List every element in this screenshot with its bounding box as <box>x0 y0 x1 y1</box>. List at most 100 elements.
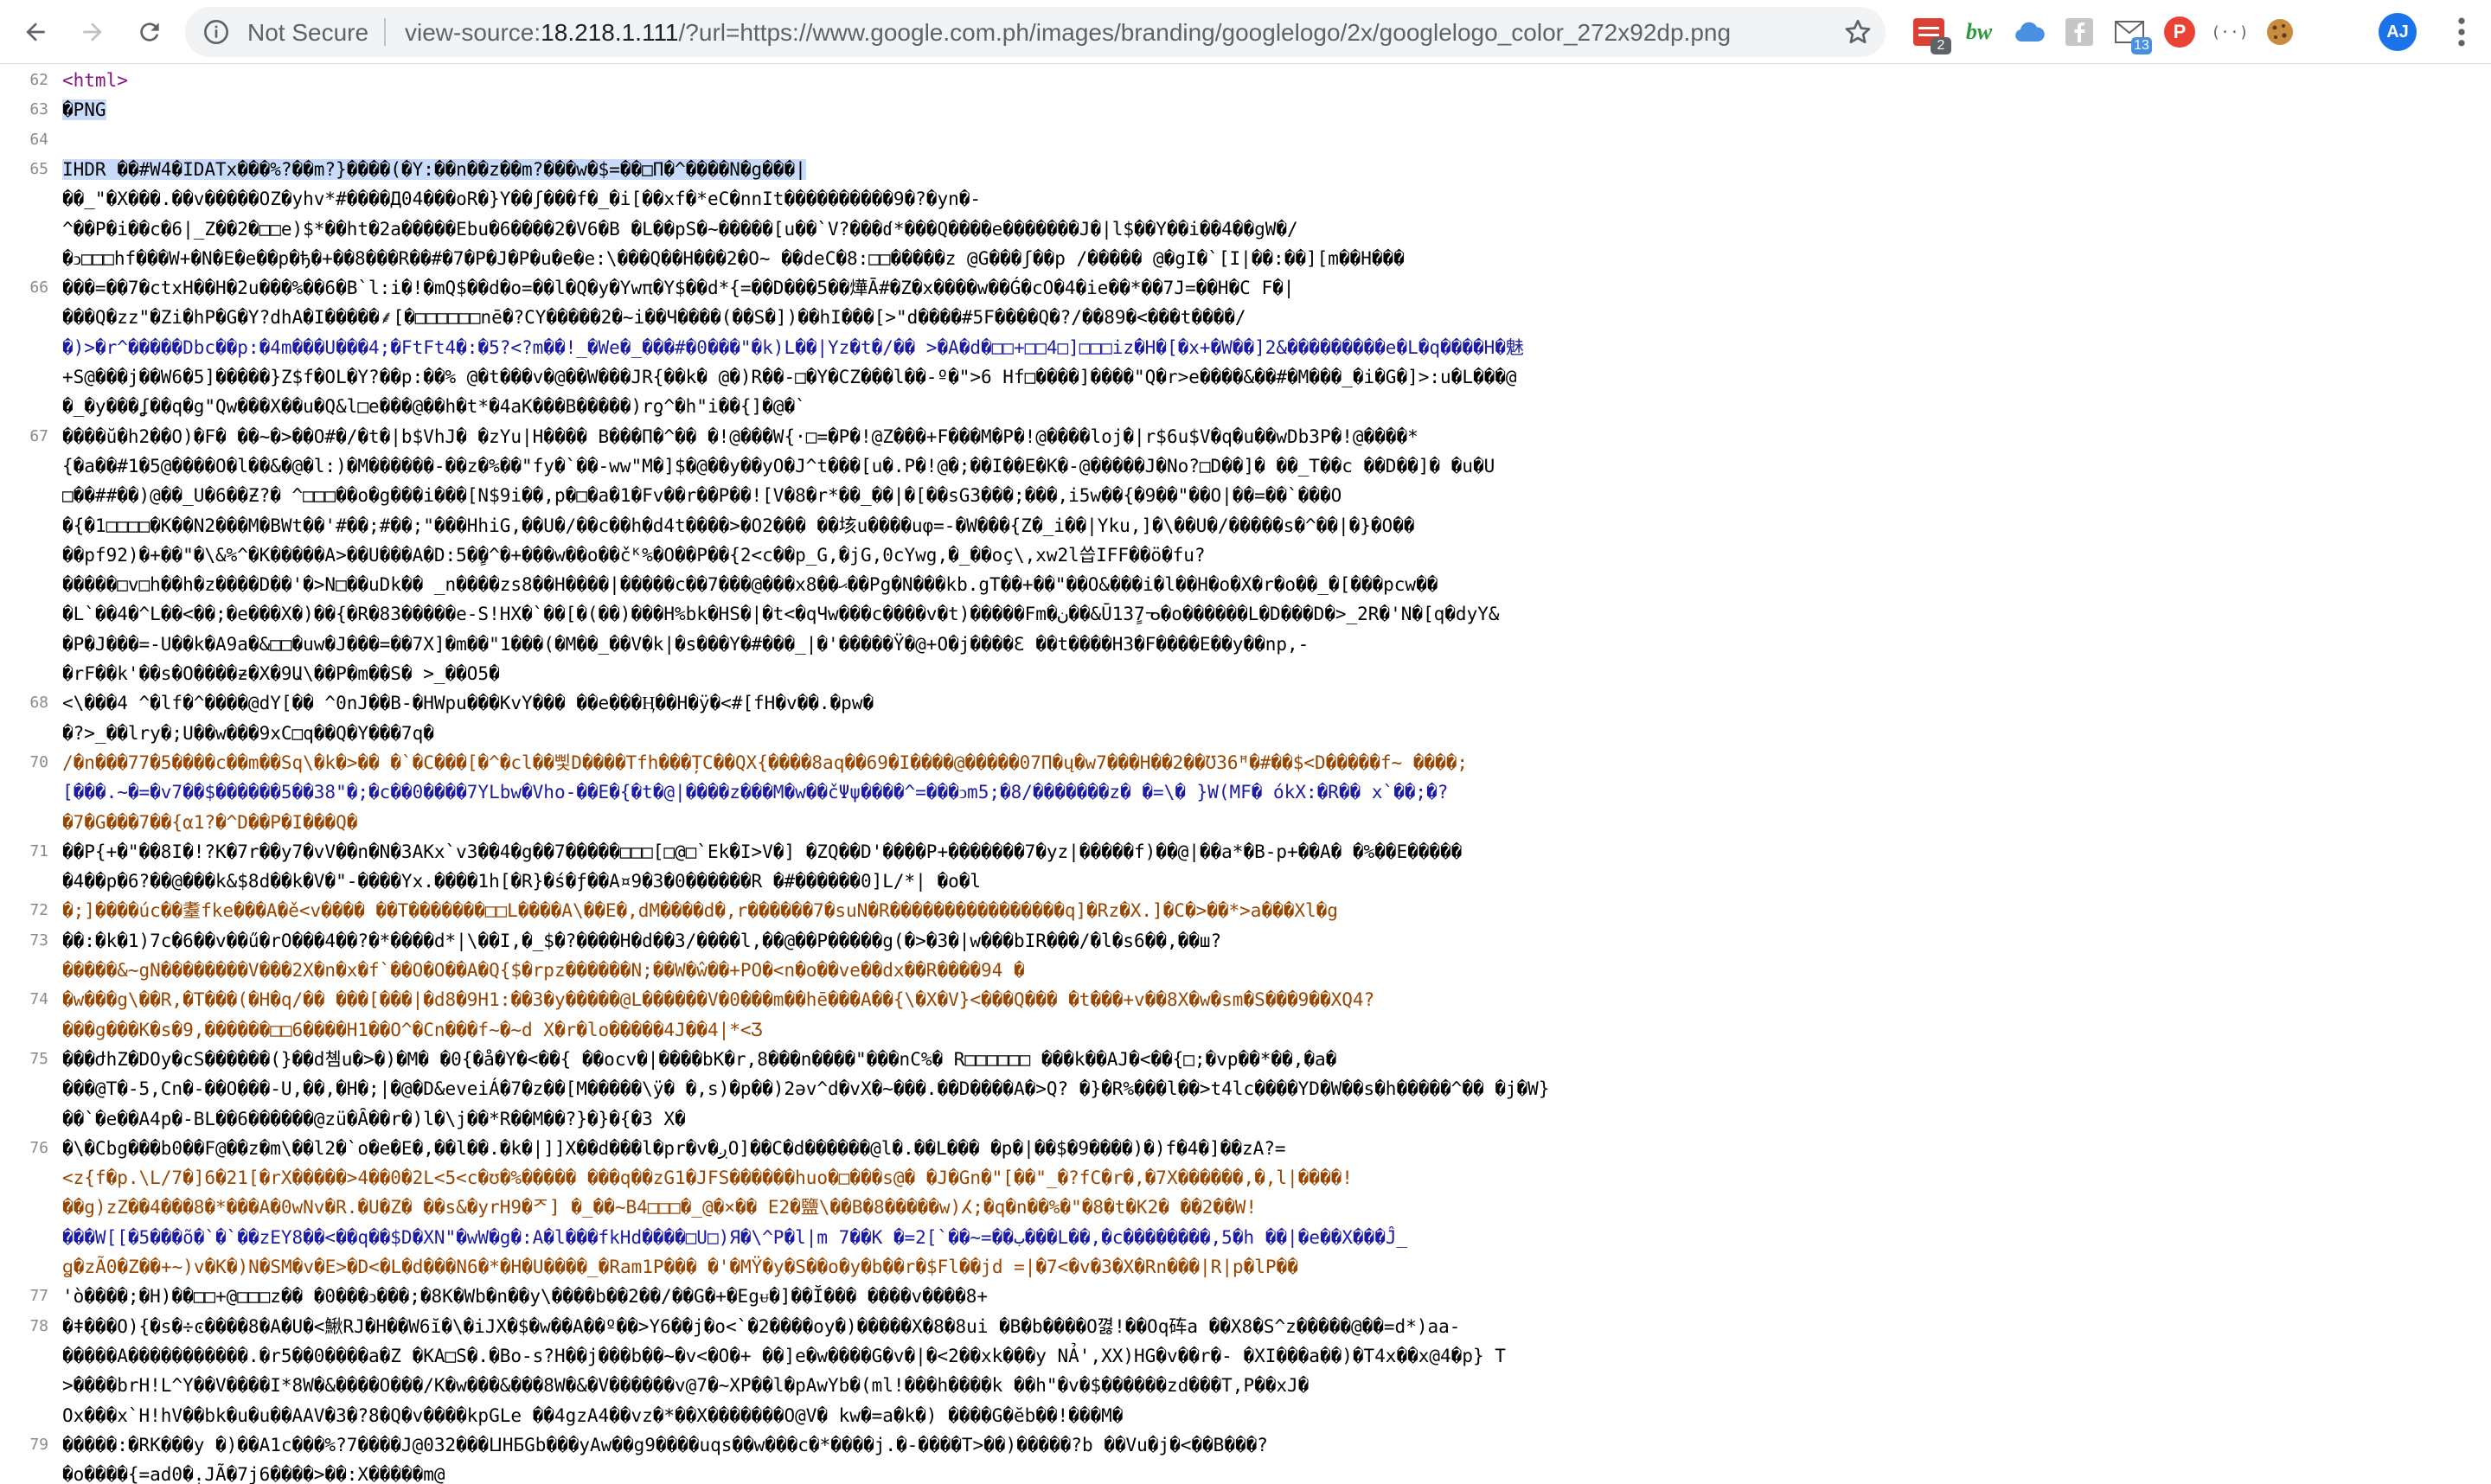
back-button[interactable] <box>16 12 55 52</box>
source-line[interactable]: IHDR ��#W4�IDATx���%?��m?}����(�Y:��n��z… <box>62 155 2475 184</box>
source-line[interactable]: �7�G���7��{α1?�^D��P�I���Q� <box>62 808 2475 837</box>
source-line[interactable]: �����□v□h��h�z����D��'�>N□��uDk�� _n����… <box>62 570 2475 599</box>
source-line[interactable]: �)>�r^�����Dbc��p:�4m���U���4;�FtFt4�:�5… <box>62 333 2475 362</box>
bw-extension[interactable]: bw <box>1962 15 1996 49</box>
source-line-text: ^��P�i��c�6|_Z��2�□□e)$*��ht�2a�����Ebu�… <box>62 218 1298 240</box>
info-icon[interactable] <box>202 18 230 46</box>
source-line[interactable]: �4��p�6?��@���k&$8d��k�V�"-����Yx.����1h… <box>62 867 2475 896</box>
source-line[interactable]: ���@T�-5,Cn�-��O���-U,��,�H�;|�@�D&eveiÁ… <box>62 1074 2475 1103</box>
source-line[interactable]: ��_"�X���.��v�����OZ�yhv*#����Д04���oR�}… <box>62 184 2475 214</box>
source-line[interactable]: ���W[[�5���õ�`�`��zEY8��<��q��$D�XN"�wW�… <box>62 1223 2475 1252</box>
reload-button[interactable] <box>130 12 170 52</box>
source-line[interactable]: �ↄ□□□hf���W+�N�E�e��p�ђ�+��8���R��#�7�P�… <box>62 244 2475 273</box>
mail-extension[interactable]: 13 <box>2112 15 2152 54</box>
line-number: 77 <box>29 1287 48 1306</box>
source-line[interactable]: �P�J���=-U��k�A9a�&□□�uw�J���=��7X]�m��"… <box>62 630 2475 659</box>
dots-extension[interactable]: (··) <box>2211 15 2249 49</box>
source-line[interactable]: �w���g\��R,�T���(�H�q/�� ���[���|�d8�9H1… <box>62 985 2475 1014</box>
url-path: /?url=https://www.google.com.ph/images/b… <box>678 19 1732 46</box>
source-line-text: �ↄ□□□hf���W+�N�E�e��p�ђ�+��8���R��#�7�P�… <box>62 247 1405 269</box>
source-line[interactable]: �����&~gN��������V���2X�n�x�f`��O�O��A�Q… <box>62 956 2475 985</box>
source-line-text: �L`��4�^L��<��;�e���X�)��{�R�83�����e-S!… <box>62 604 1500 625</box>
source-line-text: �o����{=ad0�̩.JÃ�7j6����>��:X�����m@ <box>62 1464 445 1484</box>
source-line-text: �P�J���=-U��k�A9a�&□□�uw�J���=��7X]�m��"… <box>62 633 1310 655</box>
url-text[interactable]: view-source:18.218.1.111/?url=https://ww… <box>405 19 1731 47</box>
source-line[interactable]: ��g)zZ��4���8�*���A�0wNv�R.�U�Z� ��s&�yr… <box>62 1193 2475 1222</box>
source-line[interactable]: ���=��7�ctxH��H�2u���%��6�B`l:i�!�mQ$��d… <box>62 273 2475 303</box>
line-number: 73 <box>29 931 48 950</box>
source-line-text: /�n���77�5����c��m��Sq\�k�>�� �`�C���[�^… <box>62 752 1468 773</box>
bookmark-star-icon[interactable] <box>1842 16 1873 48</box>
source-line[interactable]: �;]����úc��耋fke���A�ě<v���� ��T�������□□… <box>62 896 2475 925</box>
facebook-icon <box>2065 18 2093 46</box>
source-line[interactable]: �\�Cbg���b0��F@��z�m\��l2�`o�e�E�,��l��.… <box>62 1134 2475 1163</box>
not-secure-label[interactable]: Not Secure <box>247 19 368 47</box>
source-line-text: ꬶ�zÃ0�Z��+~)v�K�)N�SM�v�E>�D<�L�d���N6�*… <box>62 1257 1298 1277</box>
forward-button[interactable] <box>73 12 112 52</box>
line-number: 79 <box>29 1435 48 1454</box>
source-line-text: �;]����úc��耋fke���A�ě<v���� ��T�������□□… <box>62 900 1338 922</box>
source-line[interactable]: �_�y���ʆ��q�g"Qw���X��u�Q&l□e���@��h�t*�… <box>62 392 2475 421</box>
source-line[interactable]: �PNG <box>62 95 2475 125</box>
source-line[interactable]: <html> <box>62 66 2475 95</box>
source-line[interactable]: ��:�k�1)7c�6��v��ű�rO���4��?�*����d*|\��… <box>62 926 2475 956</box>
source-line-text: ����ŭ�h2��O)�F� ��~�>��O#�/�t�|b$VhJ� �z… <box>62 425 1418 447</box>
source-line[interactable]: +S@���j��W6�5]�����}Z$f�OL�Y?��p:��% @�t… <box>62 362 2475 392</box>
source-line[interactable]: �����:�RK���y �)��A1c���%?7����J@032���ⵡ… <box>62 1430 2475 1460</box>
source-line[interactable]: [���.~�=�v7��$������5��38"�;�c��0����7YL… <box>62 777 2475 807</box>
facebook-extension[interactable] <box>2062 15 2097 49</box>
source-line-text: [���.~�=�v7��$������5��38"�;�c��0����7YL… <box>62 782 1449 803</box>
source-line-text: �_�y���ʆ��q�g"Qw���X��u�Q&l□e���@��h�t*�… <box>62 396 806 418</box>
source-line[interactable]: ���Q�zz"�Zi�hP�G�Y?dhA�I�����⸙[�□□□□□□nē… <box>62 303 2475 332</box>
source-line[interactable]: �L`��4�^L��<��;�e���X�)��{�R�83�����e-S!… <box>62 599 2475 629</box>
source-line[interactable]: □��##��)@��_U�6��Ƶ?� ^□□□��o�g���i���[N$… <box>62 481 2475 510</box>
source-line-text: ���W[[�5���õ�`�`��zEY8��<��q��$D�XN"�wW�… <box>62 1226 1408 1248</box>
source-line[interactable]: 'ò����;�H)��□□+@□□□z�� �0���ↄ���;�8K�Wb�… <box>62 1282 2475 1311</box>
bw-icon: bw <box>1965 19 1993 44</box>
source-line[interactable]: Ox���x`H!hV��bk�u�u��AAV�3�?8�Q�v����kpG… <box>62 1401 2475 1430</box>
source-line[interactable]: �?>_��lry�;U��w���9xC□q��Q�Y���7q� <box>62 719 2475 748</box>
kebab-menu-icon[interactable] <box>2443 13 2481 51</box>
source-line-text: �����□v□h��h�z����D��'�>N□��uDk�� _n����… <box>62 574 1438 596</box>
source-line-text: >����brH!L^Y��V����I*8W�&����O���/K�w���… <box>62 1375 1310 1397</box>
source-line-text: �\�Cbg���b0��F@��z�m\��l2�`o�e�E�,��l��.… <box>62 1137 1286 1159</box>
source-line-text: �����A�����������.�r5��0����a�Z �KA□S�.�… <box>62 1345 1506 1366</box>
line-number: 64 <box>29 130 48 149</box>
source-line[interactable]: ����ŭ�h2��O)�F� ��~�>��O#�/�t�|b$VhJ� �z… <box>62 422 2475 451</box>
url-scheme: view-source: <box>405 19 541 46</box>
source-line[interactable]: �o����{=ad0�̩.JÃ�7j6����>��:X�����m@ <box>62 1460 2475 1484</box>
source-line[interactable]: ꬶ�zÃ0�Z��+~)v�K�)N�SM�v�E>�D<�L�d���N6�*… <box>62 1252 2475 1282</box>
source-line[interactable]: �rF��k'��s�O����ƶ�X�9Ա\��P�m��S� >_��O5� <box>62 659 2475 688</box>
source-line[interactable]: �����A�����������.�r5��0����a�Z �KA□S�.�… <box>62 1341 2475 1371</box>
address-bar[interactable]: Not Secure view-source:18.218.1.111/?url… <box>185 7 1886 57</box>
source-line-text: ���Q�zz"�Zi�hP�G�Y?dhA�I�����⸙[�□□□□□□nē… <box>62 307 1246 329</box>
source-line[interactable]: {�a��#1�5@����O�l��&�@�l:)�M������-��z�%… <box>62 451 2475 481</box>
source-line[interactable]: ^��P�i��c�6|_Z��2�□□e)$*��ht�2a�����Ebu�… <box>62 214 2475 244</box>
source-line-text: +S@���j��W6�5]�����}Z$f�OL�Y?��p:��% @�t… <box>62 367 1517 387</box>
source-line-text: ��`�e��A4p�-BL��6������@zü�Ȃ��r�)l�\j��*… <box>62 1108 686 1129</box>
line-number: 63 <box>29 100 48 119</box>
source-view: 62 <html> 63 �PNG 64 65 IHDR ��#W4�IDATx���%?�… <box>0 64 2491 1484</box>
dots-icon: (··) <box>2211 22 2249 42</box>
source-line[interactable]: ���ժhZ�DOy�cS������(}��d쳼u�>�)�M� �0{�å�… <box>62 1045 2475 1074</box>
p-extension[interactable]: P <box>2162 15 2197 49</box>
source-line[interactable]: <z{f�p.\L/7�]6�21[�rX�����>4��0�2L<5<c�ʊ… <box>62 1163 2475 1193</box>
source-line[interactable]: ��pf92)�+��"�\&%^�K�����A>��U���A�D:5��ٍ… <box>62 541 2475 570</box>
source-line-text: ��P{+�"��8I�!?K�7r��y7�vV��n�N�3AKx`v3��… <box>62 841 1463 862</box>
browser-toolbar: Not Secure view-source:18.218.1.111/?url… <box>0 0 2491 64</box>
source-line[interactable]: ��`�e��A4p�-BL��6������@zü�Ȃ��r�)l�\j��*… <box>62 1104 2475 1134</box>
source-line[interactable]: ��P{+�"��8I�!?K�7r��y7�vV��n�N�3AKx`v3��… <box>62 837 2475 867</box>
url-host: 18.218.1.111 <box>541 19 679 46</box>
source-line-text: �����:�RK���y �)��A1c���%?7����J@032���ⵡ… <box>62 1434 1268 1455</box>
source-line[interactable]: /�n���77�5����c��m��Sq\�k�>�� �`�C���[�^… <box>62 748 2475 777</box>
source-line[interactable]: �{�1□□□□�K��N2���M�BWt��'#��;#��;"���Hhi… <box>62 511 2475 541</box>
source-line[interactable]: �ǂ���O){�s�÷ͼ����8�A�U�<鰍RJ�H��W6ĭ�\�iJX… <box>62 1312 2475 1341</box>
cookie-extension[interactable] <box>2263 15 2297 49</box>
source-line[interactable]: <\���4 ^�lf�^����@dY[�� ^0nJ��B-�HWpu���… <box>62 688 2475 718</box>
source-line-text: <z{f�p.\L/7�]6�21[�rX�����>4��0�2L<5<c�ʊ… <box>62 1167 1353 1189</box>
todoist-extension[interactable]: 2 <box>1911 15 1951 54</box>
source-line[interactable]: >����brH!L^Y��V����I*8W�&����O���/K�w���… <box>62 1371 2475 1400</box>
cloud-extension[interactable] <box>2012 15 2046 49</box>
profile-avatar[interactable]: AJ <box>2379 13 2417 51</box>
source-line[interactable]: ���g���K�s�9,������□□6����H1��O^�Cn���f~… <box>62 1015 2475 1045</box>
